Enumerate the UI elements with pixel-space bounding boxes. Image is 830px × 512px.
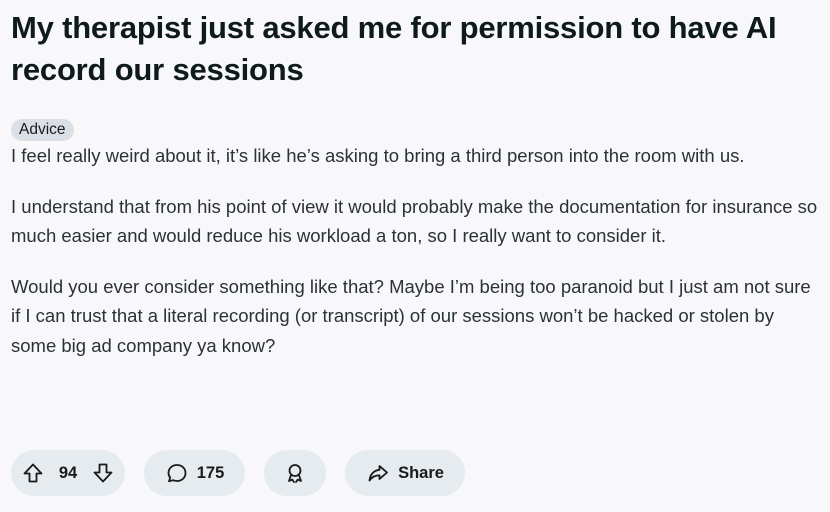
post-action-bar: 94 175 Share <box>11 450 484 496</box>
post-paragraph: I feel really weird about it, it’s like … <box>11 145 745 166</box>
share-icon <box>366 461 390 485</box>
award-icon <box>283 461 307 485</box>
comment-count: 175 <box>196 463 225 482</box>
post-body: I feel really weird about it, it’s like … <box>11 141 823 360</box>
downvote-icon[interactable] <box>91 461 115 485</box>
share-label: Share <box>398 463 444 482</box>
comment-icon <box>165 461 189 485</box>
post-flair[interactable]: Advice <box>11 119 74 141</box>
award-button[interactable] <box>264 450 326 496</box>
vote-count: 94 <box>58 463 78 482</box>
share-button[interactable]: Share <box>345 450 465 496</box>
upvote-icon[interactable] <box>21 461 45 485</box>
post-title: My therapist just asked me for permissio… <box>11 10 777 87</box>
comments-button[interactable]: 175 <box>144 450 245 496</box>
post: My therapist just asked me for permissio… <box>11 0 823 381</box>
vote-control: 94 <box>11 450 125 496</box>
post-paragraph: Would you ever consider something like t… <box>11 275 811 356</box>
post-paragraph: I understand that from his point of view… <box>11 195 818 247</box>
